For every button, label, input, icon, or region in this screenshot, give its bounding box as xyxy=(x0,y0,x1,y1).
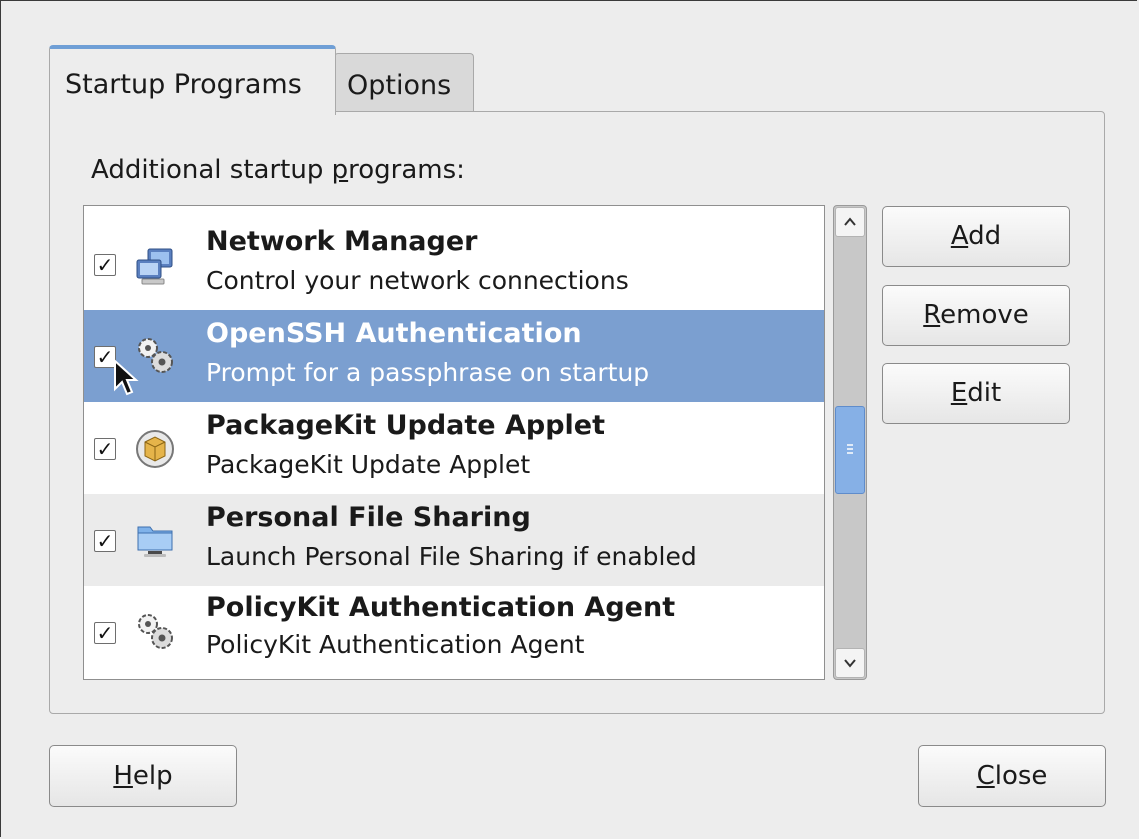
scroll-down-button[interactable] xyxy=(835,648,865,678)
help-button[interactable]: Help xyxy=(49,745,237,807)
tab-startup-programs-label: Startup Programs xyxy=(65,69,302,100)
program-title: Network Manager xyxy=(206,226,478,257)
enabled-checkbox[interactable]: ✓ xyxy=(94,438,116,460)
program-description: Launch Personal File Sharing if enabled xyxy=(206,542,697,571)
list-item[interactable]: ✓ PackageKit Update Applet PackageKit Up… xyxy=(84,402,824,494)
list-scrollbar[interactable] xyxy=(833,205,867,680)
scroll-up-button[interactable] xyxy=(835,207,865,237)
program-title: PackageKit Update Applet xyxy=(206,410,606,441)
mouse-cursor-icon xyxy=(114,359,139,396)
enabled-checkbox[interactable]: ✓ xyxy=(94,254,116,276)
close-button[interactable]: Close xyxy=(918,745,1106,807)
package-update-icon xyxy=(136,430,174,468)
program-description: Prompt for a passphrase on startup xyxy=(206,358,650,387)
program-description: Control your network connections xyxy=(206,266,629,295)
tab-startup-programs[interactable]: Startup Programs xyxy=(49,45,336,115)
add-button[interactable]: Add xyxy=(882,206,1070,267)
chevron-up-icon xyxy=(844,217,856,226)
grip-icon xyxy=(847,444,853,454)
list-item[interactable]: ✓ Personal File Sharing Launch Personal … xyxy=(84,494,824,586)
tab-options-label: Options xyxy=(347,70,452,101)
edit-button[interactable]: Edit xyxy=(882,363,1070,424)
enabled-checkbox[interactable]: ✓ xyxy=(94,622,116,644)
list-item[interactable]: ✓ Network Manager Control your network c… xyxy=(84,218,824,310)
tab-options[interactable]: Options xyxy=(334,53,474,112)
startup-programs-list[interactable]: ✓ Network Manager Control your network c… xyxy=(83,205,825,680)
program-title: OpenSSH Authentication xyxy=(206,318,582,349)
chevron-down-icon xyxy=(844,659,856,668)
program-description: PackageKit Update Applet xyxy=(206,450,531,479)
shared-folder-icon xyxy=(137,526,173,557)
enabled-checkbox[interactable]: ✓ xyxy=(94,530,116,552)
remove-button[interactable]: Remove xyxy=(882,285,1070,346)
list-item[interactable]: ✓ PolicyKit Authentication Agent PolicyK… xyxy=(84,586,824,678)
program-title: PolicyKit Authentication Agent xyxy=(206,592,676,623)
list-item-selected[interactable]: ✓ OpenSSH Authentication Prompt for a pa… xyxy=(84,310,824,402)
list-item-partial xyxy=(84,206,824,214)
startup-programs-label: Additional startup programs: xyxy=(91,155,465,185)
gears-icon xyxy=(138,338,173,373)
network-computers-icon xyxy=(136,248,173,285)
scroll-thumb[interactable] xyxy=(835,406,865,494)
gears-icon xyxy=(138,614,173,649)
program-title: Personal File Sharing xyxy=(206,502,531,533)
program-description: PolicyKit Authentication Agent xyxy=(206,630,585,659)
